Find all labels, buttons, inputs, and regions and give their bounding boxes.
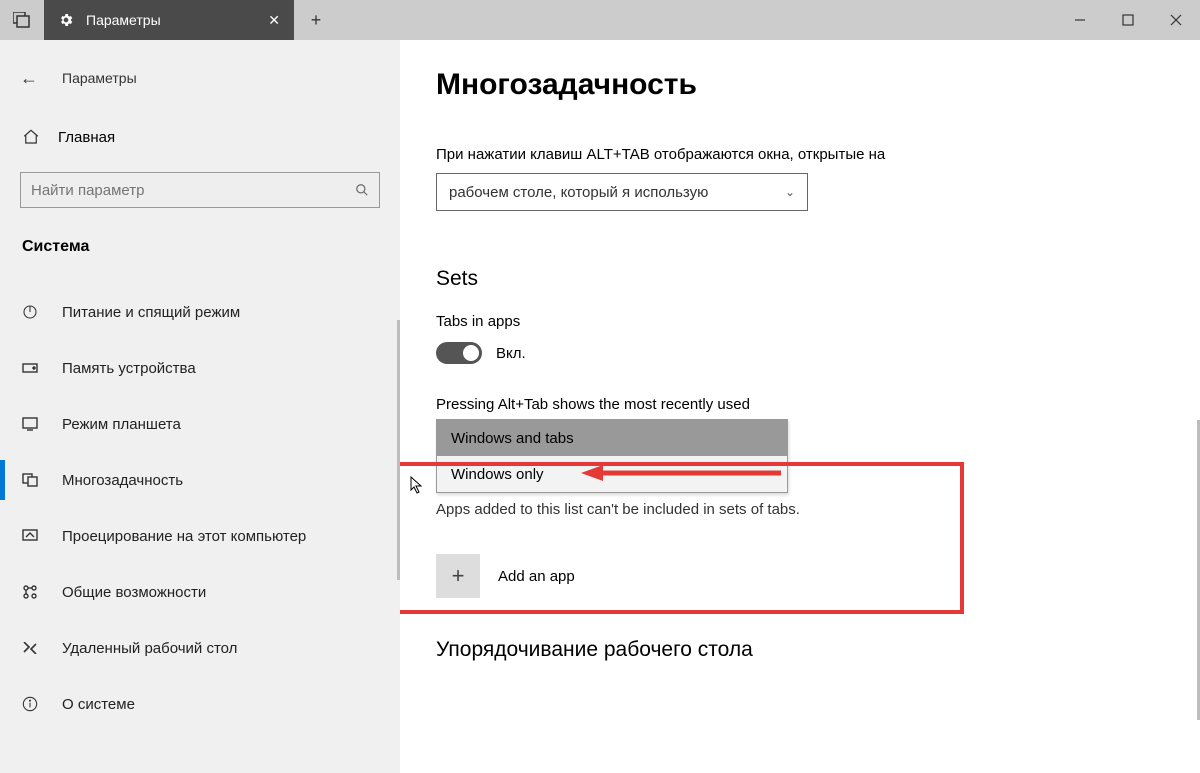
tabs-in-apps-label: Tabs in apps [436,313,1164,330]
task-view-icon[interactable] [0,0,44,40]
sidebar-item-label: Многозадачность [62,472,183,489]
search-icon [355,183,369,197]
close-window-button[interactable] [1152,0,1200,40]
sidebar-item-multitasking[interactable]: Многозадачность [20,452,380,508]
sidebar-item-tablet[interactable]: Режим планшета [20,396,380,452]
tab-title: Параметры [86,12,161,28]
sidebar-item-projecting[interactable]: Проецирование на этот компьютер [20,508,380,564]
sets-heading: Sets [436,267,1164,291]
shared-icon [20,584,40,600]
new-tab-button[interactable]: + [294,0,338,40]
sidebar-item-label: Проецирование на этот компьютер [62,528,306,545]
add-app-label: Add an app [498,568,575,585]
back-arrow-icon[interactable]: ← [20,68,38,89]
remote-icon [20,642,40,654]
sidebar-item-power[interactable]: Питание и спящий режим [20,284,380,340]
breadcrumb: Параметры [62,70,137,86]
sidebar-item-label: Общие возможности [62,584,206,601]
cursor-icon [410,476,424,494]
minimize-button[interactable] [1056,0,1104,40]
option-windows-and-tabs[interactable]: Windows and tabs [437,420,787,456]
alttab-shows-dropdown-open[interactable]: Windows and tabs Windows only [436,419,788,493]
titlebar: Параметры ✕ + [0,0,1200,40]
option-windows-only[interactable]: Windows only [437,456,787,492]
pressing-alttab-label: Pressing Alt+Tab shows the most recently… [436,396,1164,413]
sidebar: ← Параметры Главная Система Питание и сп… [0,40,400,773]
chevron-down-icon: ⌄ [785,185,795,199]
active-tab[interactable]: Параметры ✕ [44,0,294,40]
tabs-in-apps-toggle[interactable] [436,342,482,364]
alttab-label: При нажатии клавиш ALT+TAB отображаются … [436,146,1164,163]
sidebar-item-remote[interactable]: Удаленный рабочий стол [20,620,380,676]
sidebar-item-label: Режим планшета [62,416,181,433]
sidebar-item-label: Удаленный рабочий стол [62,640,237,657]
dropdown-value: рабочем столе, который я использую [449,184,708,201]
alttab-dropdown[interactable]: рабочем столе, который я использую ⌄ [436,173,808,211]
info-icon [20,696,40,712]
maximize-button[interactable] [1104,0,1152,40]
multitasking-icon [20,473,40,487]
gear-icon [58,12,74,28]
sidebar-item-storage[interactable]: Память устройства [20,340,380,396]
storage-icon [20,363,40,373]
sidebar-item-about[interactable]: О системе [20,676,380,732]
tablet-icon [20,417,40,431]
search-input[interactable] [20,172,380,208]
search-field[interactable] [31,182,355,199]
home-label: Главная [58,129,115,146]
sidebar-item-shared[interactable]: Общие возможности [20,564,380,620]
page-title: Многозадачность [436,68,1164,102]
sidebar-section-header: Система [22,238,380,256]
projecting-icon [20,529,40,543]
close-tab-icon[interactable]: ✕ [268,12,280,29]
home-icon [22,128,40,146]
sidebar-item-label: Память устройства [62,360,196,377]
add-app-button[interactable]: + [436,554,480,598]
excluded-apps-text: Apps added to this list can't be include… [436,501,1164,518]
arrange-desktop-heading: Упорядочивание рабочего стола [436,638,1164,662]
sidebar-item-label: О системе [62,696,135,713]
plus-icon: + [452,563,465,589]
toggle-state-label: Вкл. [496,345,526,362]
power-icon [20,304,40,320]
content-pane: Многозадачность При нажатии клавиш ALT+T… [400,40,1200,773]
sidebar-item-label: Питание и спящий режим [62,304,240,321]
sidebar-item-home[interactable]: Главная [22,128,380,146]
